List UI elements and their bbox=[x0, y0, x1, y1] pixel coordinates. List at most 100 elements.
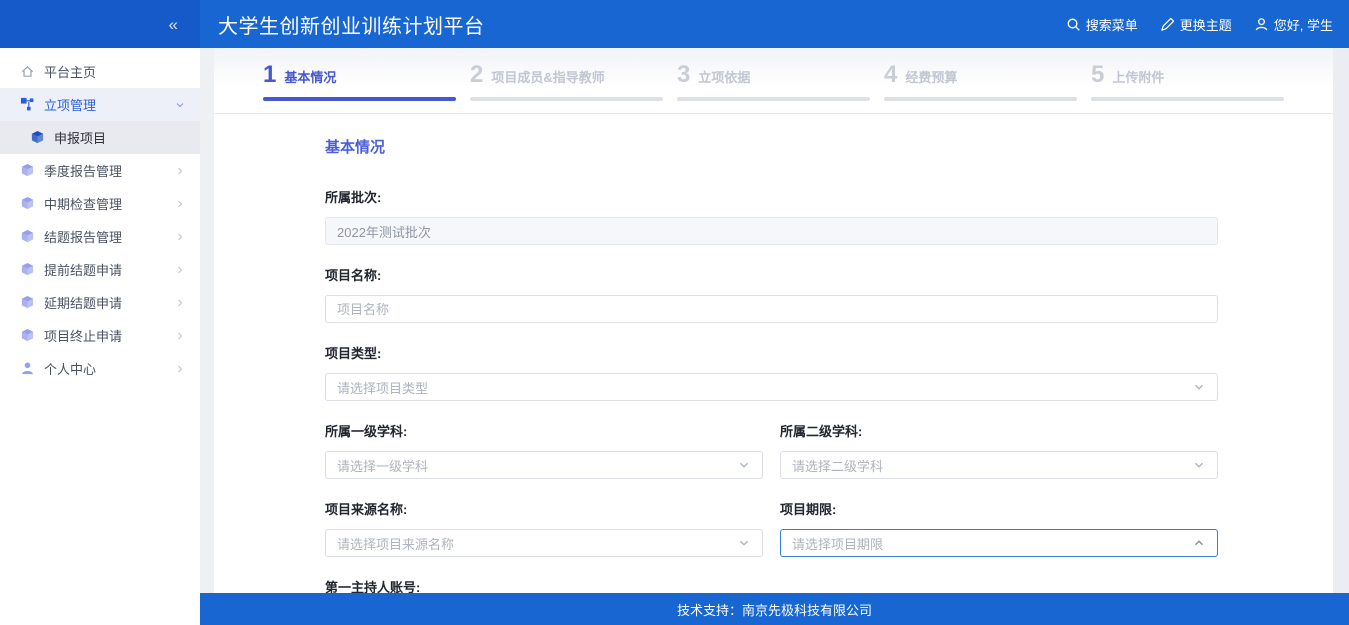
collapse-sidebar-icon[interactable]: « bbox=[169, 16, 178, 33]
chevron-down-icon bbox=[737, 458, 751, 472]
app-header: « 大学生创新创业训练计划平台 搜索菜单 更换主题 您好, 学生 bbox=[0, 0, 1349, 48]
step-progress-bar bbox=[470, 97, 663, 101]
field-row-disciplines: 所属一级学科: 请选择一级学科 所属二级学科: 请选择二级学科 bbox=[325, 421, 1218, 479]
chevron-down-icon bbox=[1192, 458, 1206, 472]
sidebar-item-label: 个人中心 bbox=[44, 359, 96, 378]
project-tree-icon bbox=[20, 97, 35, 112]
duration-label: 项目期限: bbox=[780, 499, 1218, 518]
discipline1-select[interactable]: 请选择一级学科 bbox=[325, 451, 763, 479]
field-project-type: 项目类型: 请选择项目类型 bbox=[325, 343, 1218, 401]
theme-brush-icon bbox=[1160, 17, 1175, 32]
chevron-down-icon bbox=[737, 536, 751, 550]
step-wizard: 1 基本情况 2 项目成员&指导教师 3 立项依据 4 经费预算 bbox=[214, 48, 1333, 114]
step-label: 项目成员&指导教师 bbox=[491, 67, 604, 86]
step-label: 经费预算 bbox=[905, 67, 957, 86]
footer-bar: 技术支持：南京先极科技有限公司 bbox=[200, 593, 1349, 625]
home-icon bbox=[20, 64, 35, 79]
select-placeholder: 请选择二级学科 bbox=[792, 456, 883, 475]
search-menu-button[interactable]: 搜索菜单 bbox=[1066, 15, 1138, 34]
step-progress-bar bbox=[263, 97, 456, 101]
sidebar-item-final-report[interactable]: 结题报告管理 bbox=[0, 220, 200, 253]
form-section-title: 基本情况 bbox=[325, 136, 1218, 157]
select-placeholder: 请选择项目来源名称 bbox=[337, 534, 454, 553]
basic-info-form: 基本情况 所属批次: 项目名称: 项目类型: 请选择项目类型 所属一级学科: 请… bbox=[200, 114, 1218, 593]
cube-icon bbox=[30, 130, 45, 145]
sidebar-item-quarterly-report[interactable]: 季度报告管理 bbox=[0, 154, 200, 187]
sidebar-item-midterm-check[interactable]: 中期检查管理 bbox=[0, 187, 200, 220]
page-title: 大学生创新创业训练计划平台 bbox=[218, 10, 485, 39]
step-number: 4 bbox=[884, 61, 897, 89]
sidebar-item-declare-project[interactable]: 申报项目 bbox=[0, 121, 200, 154]
chevron-right-icon bbox=[174, 165, 186, 177]
chevron-right-icon bbox=[174, 297, 186, 309]
project-type-label: 项目类型: bbox=[325, 343, 1218, 362]
header-main: 大学生创新创业训练计划平台 搜索菜单 更换主题 您好, 学生 bbox=[200, 0, 1349, 48]
vertical-scrollbar[interactable] bbox=[1333, 48, 1349, 593]
select-placeholder: 请选择项目期限 bbox=[792, 534, 883, 553]
sidebar-item-label: 结题报告管理 bbox=[44, 227, 122, 246]
select-placeholder: 请选择项目类型 bbox=[337, 378, 428, 397]
step-upload-attachments[interactable]: 5 上传附件 bbox=[1091, 61, 1284, 113]
batch-label: 所属批次: bbox=[325, 187, 1218, 206]
discipline2-select[interactable]: 请选择二级学科 bbox=[780, 451, 1218, 479]
step-project-basis[interactable]: 3 立项依据 bbox=[677, 61, 870, 113]
project-type-select[interactable]: 请选择项目类型 bbox=[325, 373, 1218, 401]
sidebar-header: « bbox=[0, 0, 200, 48]
sidebar-item-label: 项目终止申请 bbox=[44, 326, 122, 345]
search-menu-label: 搜索菜单 bbox=[1086, 15, 1138, 34]
select-placeholder: 请选择一级学科 bbox=[337, 456, 428, 475]
field-source-name: 项目来源名称: 请选择项目来源名称 bbox=[325, 499, 763, 557]
user-menu[interactable]: 您好, 学生 bbox=[1254, 15, 1333, 34]
main-content: 1 基本情况 2 项目成员&指导教师 3 立项依据 4 经费预算 bbox=[200, 48, 1349, 593]
discipline2-label: 所属二级学科: bbox=[780, 421, 1218, 440]
cube-icon bbox=[20, 295, 35, 310]
step-number: 5 bbox=[1091, 61, 1104, 89]
batch-input bbox=[325, 217, 1218, 245]
sidebar-item-early-completion[interactable]: 提前结题申请 bbox=[0, 253, 200, 286]
sidebar-item-project-approval[interactable]: 立项管理 bbox=[0, 88, 200, 121]
step-number: 1 bbox=[263, 61, 276, 89]
cube-icon bbox=[20, 328, 35, 343]
field-project-name: 项目名称: bbox=[325, 265, 1218, 323]
sidebar-nav: 平台主页 立项管理 申报项目 季度报告管理 中期检查管理 结题报告管理 提前结题… bbox=[0, 48, 200, 625]
cube-icon bbox=[20, 196, 35, 211]
sidebar-item-label: 提前结题申请 bbox=[44, 260, 122, 279]
user-icon bbox=[1254, 17, 1269, 32]
cube-icon bbox=[20, 229, 35, 244]
sidebar-item-project-termination[interactable]: 项目终止申请 bbox=[0, 319, 200, 352]
step-progress-bar bbox=[677, 97, 870, 101]
chevron-up-icon bbox=[1192, 536, 1206, 550]
cube-icon bbox=[20, 262, 35, 277]
sidebar-item-platform-home[interactable]: 平台主页 bbox=[0, 55, 200, 88]
sidebar-item-label: 延期结题申请 bbox=[44, 293, 122, 312]
step-progress-bar bbox=[1091, 97, 1284, 101]
sidebar-item-delay-completion[interactable]: 延期结题申请 bbox=[0, 286, 200, 319]
step-number: 2 bbox=[470, 61, 483, 89]
change-theme-button[interactable]: 更换主题 bbox=[1160, 15, 1232, 34]
person-icon bbox=[20, 361, 35, 376]
step-members-teachers[interactable]: 2 项目成员&指导教师 bbox=[470, 61, 663, 113]
search-icon bbox=[1066, 17, 1081, 32]
step-budget[interactable]: 4 经费预算 bbox=[884, 61, 1077, 113]
chevron-right-icon bbox=[174, 264, 186, 276]
source-name-label: 项目来源名称: bbox=[325, 499, 763, 518]
duration-select[interactable]: 请选择项目期限 bbox=[780, 529, 1218, 557]
sidebar-item-label: 申报项目 bbox=[54, 128, 106, 147]
chevron-right-icon bbox=[174, 231, 186, 243]
host-account-label: 第一主持人账号: bbox=[325, 577, 1218, 593]
sidebar-item-label: 立项管理 bbox=[44, 95, 96, 114]
sidebar-item-label: 季度报告管理 bbox=[44, 161, 122, 180]
source-name-select[interactable]: 请选择项目来源名称 bbox=[325, 529, 763, 557]
chevron-right-icon bbox=[174, 363, 186, 375]
step-basic-info[interactable]: 1 基本情况 bbox=[263, 61, 456, 113]
discipline1-label: 所属一级学科: bbox=[325, 421, 763, 440]
sidebar-item-personal-center[interactable]: 个人中心 bbox=[0, 352, 200, 385]
sidebar-item-label: 平台主页 bbox=[44, 62, 96, 81]
footer-support-text: 技术支持：南京先极科技有限公司 bbox=[677, 600, 872, 619]
content-gutter bbox=[200, 48, 214, 593]
sidebar-item-label: 中期检查管理 bbox=[44, 194, 122, 213]
step-label: 基本情况 bbox=[284, 67, 336, 86]
project-name-input[interactable] bbox=[325, 295, 1218, 323]
field-host-account: 第一主持人账号: bbox=[325, 577, 1218, 593]
step-progress-bar bbox=[884, 97, 1077, 101]
